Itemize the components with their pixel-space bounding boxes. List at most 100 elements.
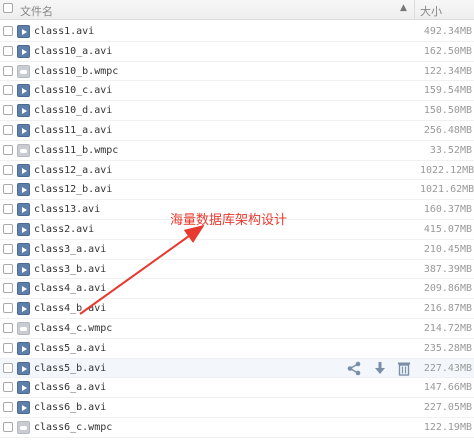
- video-file-icon: [17, 381, 30, 395]
- file-row[interactable]: class10_d.avi 150.50MB: [0, 101, 474, 121]
- row-checkbox[interactable]: [3, 204, 13, 215]
- file-name[interactable]: class13.avi: [34, 204, 100, 215]
- file-row[interactable]: class11_b.wmpc 33.52MB: [0, 141, 474, 161]
- file-row[interactable]: class10_b.wmpc 122.34MB: [0, 62, 474, 82]
- file-name[interactable]: class12_a.avi: [34, 165, 112, 176]
- row-checkbox[interactable]: [3, 85, 13, 96]
- annotation-label: 海量数据库架构设计: [170, 213, 288, 228]
- file-name[interactable]: class5_b.avi: [34, 363, 106, 374]
- row-checkbox[interactable]: [3, 263, 13, 274]
- file-name[interactable]: class2.avi: [34, 224, 94, 235]
- file-row[interactable]: class4_c.wmpc 214.72MB: [0, 319, 474, 339]
- file-size: 210.45MB: [423, 243, 472, 255]
- row-checkbox[interactable]: [3, 382, 13, 393]
- file-size: 256.48MB: [423, 125, 472, 136]
- file-name[interactable]: class10_c.avi: [34, 85, 112, 96]
- column-divider[interactable]: [414, 0, 415, 20]
- file-size: 160.37MB: [423, 204, 472, 216]
- file-row[interactable]: class4_b.avi 216.87MB: [0, 299, 474, 319]
- file-size: 1021.62MB: [420, 184, 474, 196]
- share-icon[interactable]: [346, 361, 362, 376]
- file-size: 415.07MB: [423, 224, 472, 235]
- file-name[interactable]: class3_a.avi: [34, 244, 106, 255]
- file-size: 492.34MB: [423, 26, 472, 37]
- file-size: 235.28MB: [423, 342, 472, 354]
- row-checkbox[interactable]: [3, 303, 13, 314]
- file-name[interactable]: class6_a.avi: [34, 382, 106, 393]
- file-row[interactable]: class3_a.avi 210.45MB: [0, 240, 474, 260]
- file-name[interactable]: class4_c.wmpc: [34, 323, 112, 334]
- row-checkbox[interactable]: [3, 243, 13, 254]
- video-file-icon: [17, 203, 30, 217]
- video-file-icon: [17, 44, 30, 58]
- file-name[interactable]: class10_a.avi: [34, 46, 112, 57]
- row-checkbox[interactable]: [3, 422, 13, 432]
- sort-arrow-icon[interactable]: ▲: [400, 3, 407, 13]
- file-name[interactable]: class11_b.wmpc: [34, 145, 118, 156]
- row-checkbox[interactable]: [3, 45, 13, 56]
- file-name[interactable]: class5_a.avi: [34, 343, 106, 354]
- file-row[interactable]: class12_a.avi 1022.12MB: [0, 161, 474, 181]
- row-checkbox[interactable]: [3, 164, 13, 175]
- cloud-file-icon: [17, 322, 30, 335]
- video-file-icon: [17, 242, 30, 256]
- file-row[interactable]: class6_b.avi 227.05MB: [0, 398, 474, 418]
- row-checkbox[interactable]: [3, 283, 13, 294]
- file-row[interactable]: class5_b.avi 227.43MB: [0, 358, 474, 379]
- file-name[interactable]: class4_b.avi: [34, 303, 106, 314]
- file-row[interactable]: class10_a.avi 162.50MB: [0, 42, 474, 62]
- file-size: 216.87MB: [423, 303, 472, 315]
- file-size: 122.19MB: [423, 422, 472, 433]
- file-name[interactable]: class12_b.avi: [34, 184, 112, 195]
- file-row[interactable]: class5_a.avi 235.28MB: [0, 339, 474, 359]
- file-size: 387.39MB: [423, 263, 472, 275]
- file-size: 1022.12MB: [420, 164, 474, 176]
- row-checkbox[interactable]: [3, 105, 13, 116]
- file-row[interactable]: class6_c.wmpc 122.19MB: [0, 418, 474, 438]
- file-size: 214.72MB: [423, 323, 472, 334]
- video-file-icon: [17, 302, 30, 316]
- file-row[interactable]: class11_a.avi 256.48MB: [0, 121, 474, 141]
- download-icon[interactable]: [372, 361, 388, 376]
- file-name[interactable]: class1.avi: [34, 26, 94, 37]
- cloud-file-icon: [17, 143, 30, 157]
- row-checkbox[interactable]: [3, 125, 13, 135]
- file-row[interactable]: class6_a.avi 147.66MB: [0, 378, 474, 399]
- video-file-icon: [17, 104, 30, 118]
- video-file-icon: [17, 163, 30, 177]
- column-header-size[interactable]: 大小: [420, 3, 442, 19]
- row-checkbox[interactable]: [3, 65, 13, 76]
- video-file-icon: [17, 183, 30, 197]
- select-all-checkbox[interactable]: [3, 3, 13, 13]
- row-checkbox[interactable]: [3, 26, 13, 36]
- file-name[interactable]: class6_c.wmpc: [34, 422, 112, 433]
- row-checkbox[interactable]: [3, 362, 13, 373]
- video-file-icon: [17, 361, 30, 375]
- video-file-icon: [17, 124, 30, 137]
- row-checkbox[interactable]: [3, 144, 13, 155]
- file-name[interactable]: class10_b.wmpc: [34, 66, 118, 77]
- file-row[interactable]: class1.avi 492.34MB: [0, 22, 474, 42]
- file-name[interactable]: class11_a.avi: [34, 125, 112, 136]
- file-row[interactable]: class4_a.avi 209.86MB: [0, 279, 474, 300]
- row-checkbox[interactable]: [3, 323, 13, 333]
- file-name[interactable]: class4_a.avi: [34, 283, 106, 294]
- file-row[interactable]: class10_c.avi 159.54MB: [0, 81, 474, 102]
- row-checkbox[interactable]: [3, 224, 13, 234]
- row-checkbox[interactable]: [3, 184, 13, 195]
- file-name[interactable]: class10_d.avi: [34, 105, 112, 116]
- file-name[interactable]: class6_b.avi: [34, 402, 106, 413]
- row-checkbox[interactable]: [3, 402, 13, 413]
- video-file-icon: [17, 282, 30, 296]
- file-size: 227.43MB: [423, 362, 472, 374]
- file-size: 227.05MB: [423, 402, 472, 414]
- column-header-filename[interactable]: 文件名: [20, 3, 53, 19]
- row-checkbox[interactable]: [3, 342, 13, 353]
- file-row[interactable]: class3_b.avi 387.39MB: [0, 260, 474, 280]
- file-name[interactable]: class3_b.avi: [34, 264, 106, 275]
- file-row[interactable]: class12_b.avi 1021.62MB: [0, 180, 474, 201]
- file-size: 147.66MB: [423, 382, 472, 394]
- video-file-icon: [17, 262, 30, 276]
- file-size: 159.54MB: [423, 85, 472, 97]
- trash-icon[interactable]: [396, 361, 412, 376]
